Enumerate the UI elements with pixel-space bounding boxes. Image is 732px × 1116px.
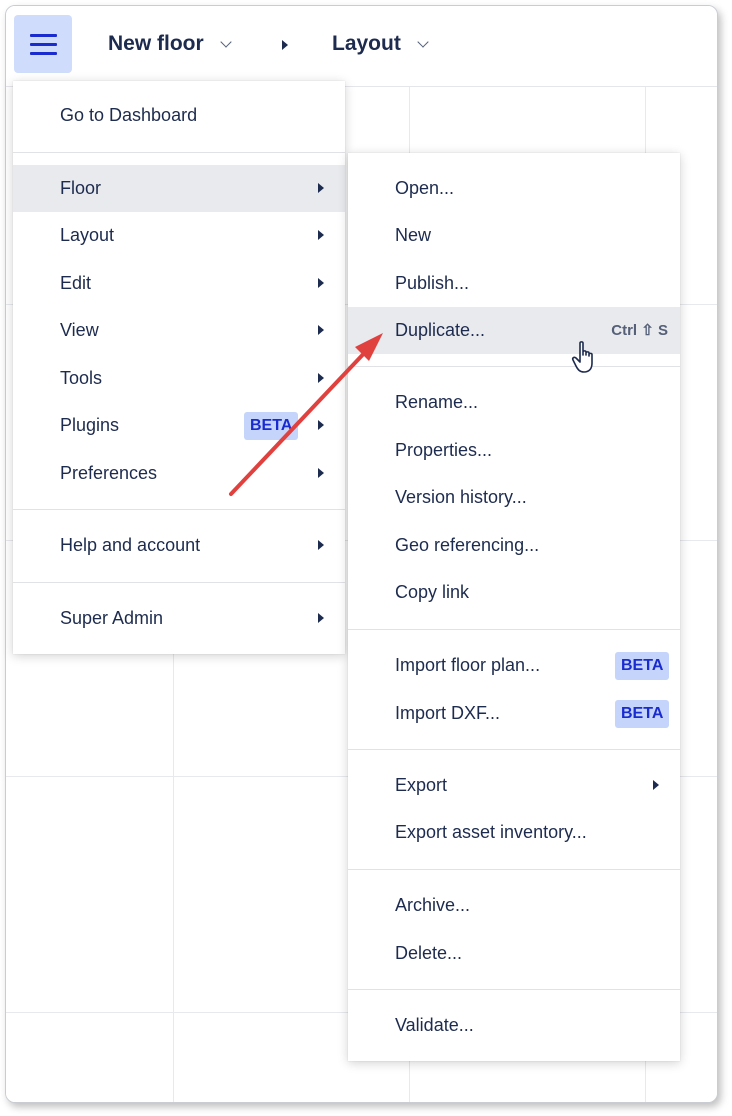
menu-item-label: Duplicate... [395,320,486,340]
beta-badge: BETA [615,700,670,728]
menu-item-label: Plugins [60,415,120,435]
submenu-item-export[interactable]: Export [348,762,680,809]
main-menu: Go to Dashboard Floor Layout Edit View T… [13,81,345,654]
hand-pointer-icon [571,341,593,373]
menu-item-label: Edit [60,273,92,293]
submenu-arrow-icon [318,373,324,383]
menu-item-label: Delete... [395,943,463,963]
menu-item-label: Layout [60,225,115,245]
menu-item-label: Version history... [395,487,527,507]
menu-item-label: Copy link [395,582,470,602]
submenu-arrow-icon [318,613,324,623]
menu-item-label: Archive... [395,895,471,915]
menu-item-label: Tools [60,368,103,388]
submenu-item-import-floor-plan[interactable]: Import floor plan... BETA [348,642,680,689]
menu-item-preferences[interactable]: Preferences [13,450,345,497]
floor-submenu: Open... New Publish... Duplicate... Ctrl… [348,153,680,1061]
menu-divider [13,152,345,153]
main-menu-button[interactable] [14,15,72,73]
beta-badge: BETA [244,412,299,440]
submenu-item-open[interactable]: Open... [348,165,680,212]
submenu-item-delete[interactable]: Delete... [348,930,680,977]
menu-divider [13,509,345,510]
menu-item-tools[interactable]: Tools [13,355,345,402]
hamburger-icon [30,34,57,37]
submenu-arrow-icon [653,780,659,790]
submenu-item-rename[interactable]: Rename... [348,379,680,426]
submenu-arrow-icon [318,230,324,240]
menu-item-help-and-account[interactable]: Help and account [13,522,345,569]
submenu-arrow-icon [318,540,324,550]
menu-item-label: Go to Dashboard [60,105,198,125]
menu-item-view[interactable]: View [13,307,345,354]
submenu-arrow-icon [318,278,324,288]
breadcrumb-floor[interactable]: New floor [108,32,232,56]
menu-item-layout[interactable]: Layout [13,212,345,259]
menu-item-label: Export asset inventory... [395,822,587,842]
menu-item-label: Publish... [395,273,470,293]
menu-item-label: New [395,225,432,245]
menu-item-label: Open... [395,178,455,198]
hamburger-icon-line [30,43,57,46]
submenu-arrow-icon [318,325,324,335]
menu-divider [348,366,680,367]
menu-item-label: Import DXF... [395,703,501,723]
submenu-item-version-history[interactable]: Version history... [348,474,680,521]
breadcrumb-layout-label: Layout [332,32,401,55]
menu-item-super-admin[interactable]: Super Admin [13,595,345,642]
menu-item-plugins[interactable]: Plugins BETA [13,402,345,449]
menu-item-label: Export [395,775,448,795]
submenu-item-import-dxf[interactable]: Import DXF... BETA [348,690,680,737]
menu-item-edit[interactable]: Edit [13,260,345,307]
menu-item-label: Geo referencing... [395,535,540,555]
menu-item-label: Validate... [395,1015,474,1035]
submenu-item-archive[interactable]: Archive... [348,882,680,929]
menu-item-label: Import floor plan... [395,655,541,675]
menu-item-label: Help and account [60,535,201,555]
submenu-item-publish[interactable]: Publish... [348,260,680,307]
menu-item-label: Preferences [60,463,158,483]
menu-divider [348,869,680,870]
submenu-item-duplicate[interactable]: Duplicate... Ctrl ⇧ S [348,307,680,354]
submenu-item-new[interactable]: New [348,212,680,259]
menu-divider [348,749,680,750]
submenu-item-export-asset-inventory[interactable]: Export asset inventory... [348,809,680,856]
hamburger-icon-line [30,52,57,55]
breadcrumb-layout[interactable]: Layout [332,32,429,56]
menu-item-label: Rename... [395,392,479,412]
chevron-down-icon [220,35,232,48]
beta-badge: BETA [615,652,670,680]
top-bar: New floor Layout [6,6,717,87]
breadcrumb-floor-label: New floor [108,32,204,55]
menu-item-label: Properties... [395,440,493,460]
submenu-arrow-icon [318,420,324,430]
menu-divider [348,989,680,990]
menu-item-floor[interactable]: Floor [13,165,345,212]
submenu-arrow-icon [318,183,324,193]
breadcrumb-separator-icon [282,40,288,50]
chevron-down-icon [417,35,429,48]
submenu-arrow-icon [318,468,324,478]
submenu-item-geo-referencing[interactable]: Geo referencing... [348,522,680,569]
menu-divider [13,582,345,583]
submenu-item-validate[interactable]: Validate... [348,1002,680,1049]
keyboard-shortcut: Ctrl ⇧ S [611,322,668,339]
menu-item-label: Super Admin [60,608,164,628]
menu-item-dashboard[interactable]: Go to Dashboard [13,92,345,139]
menu-divider [348,629,680,630]
menu-item-label: Floor [60,178,102,198]
submenu-item-properties[interactable]: Properties... [348,427,680,474]
menu-item-label: View [60,320,99,340]
submenu-item-copy-link[interactable]: Copy link [348,569,680,616]
